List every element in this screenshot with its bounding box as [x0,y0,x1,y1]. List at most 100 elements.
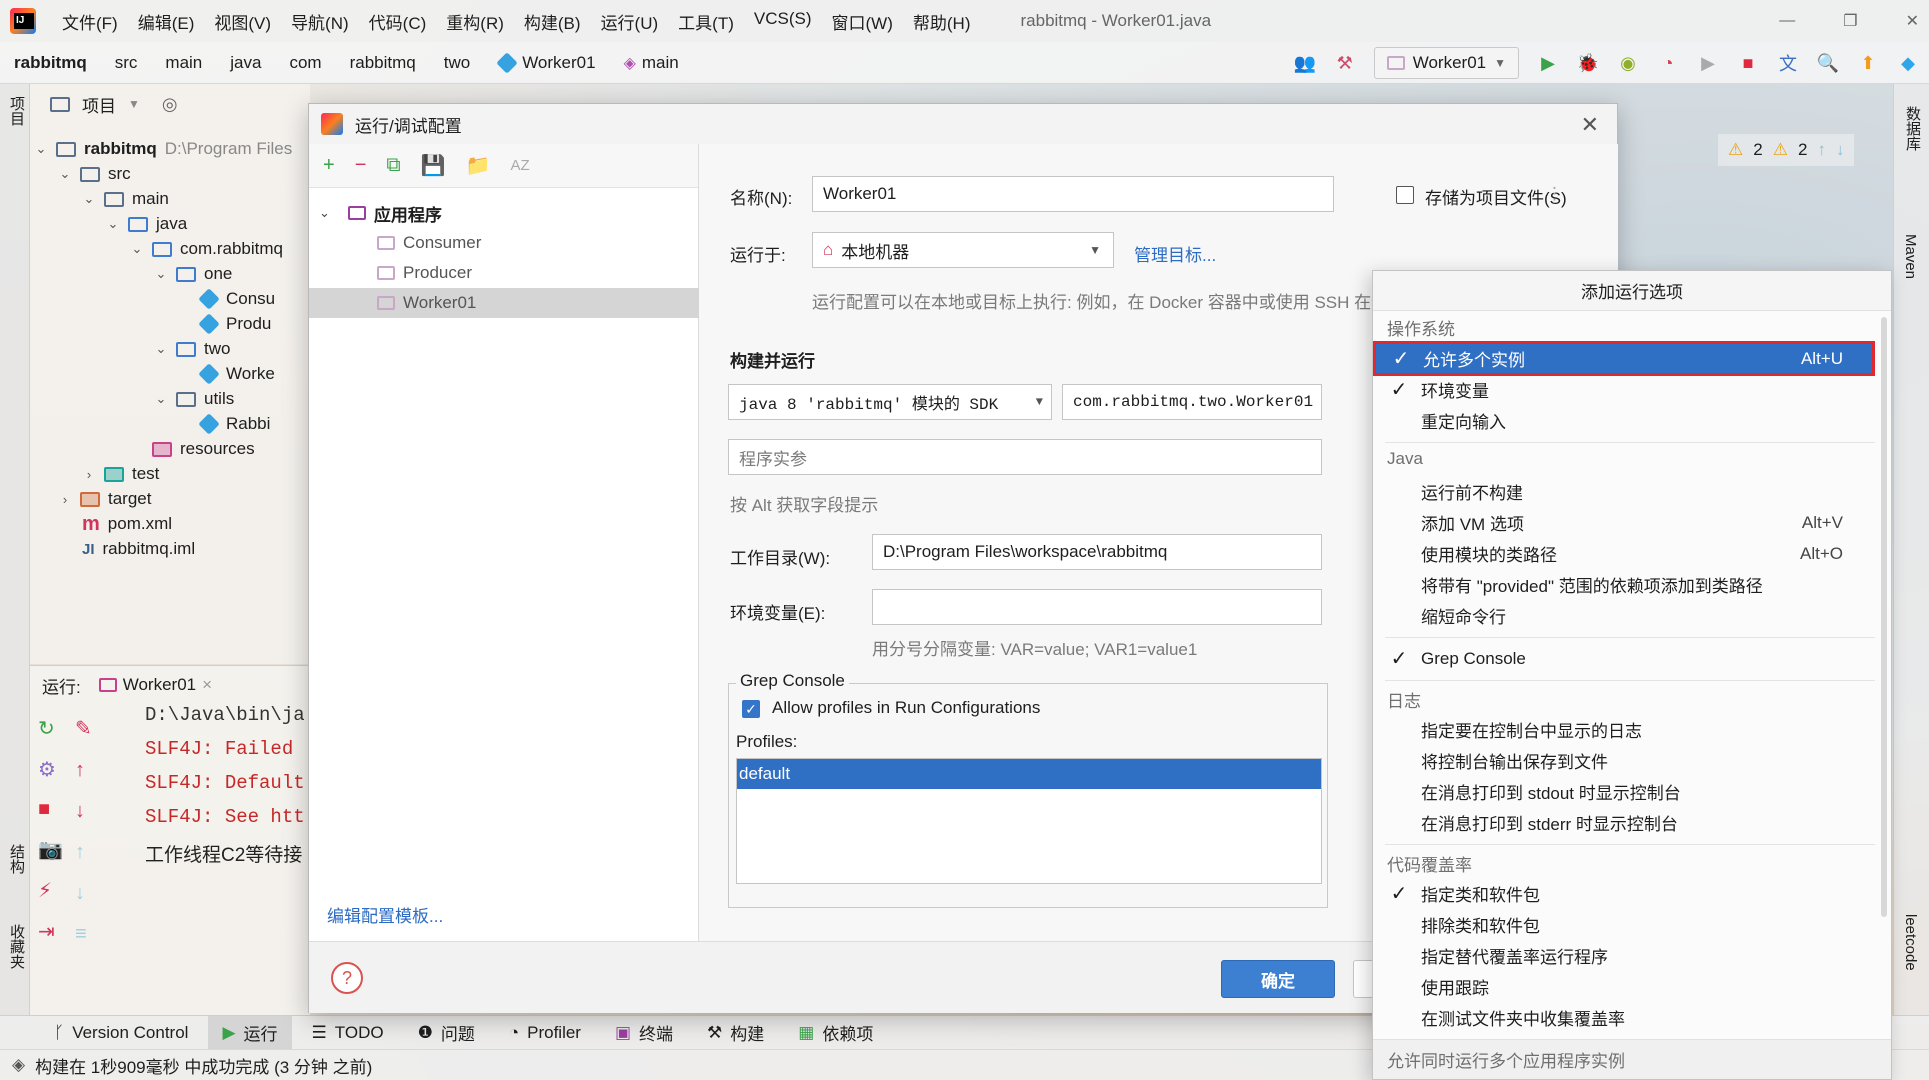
option-specify-logs[interactable]: 指定要在控制台中显示的日志 [1373,714,1873,745]
copy-icon[interactable]: ⧉ [386,154,400,177]
translate-icon[interactable]: 文 [1777,52,1799,74]
breadcrumb-project[interactable]: rabbitmq [0,53,101,73]
remove-icon[interactable]: − [355,154,367,177]
store-as-file-checkbox[interactable] [1396,186,1414,204]
run-on-select[interactable]: ⌂ 本地机器 ▼ [812,232,1114,268]
prev-problem-icon[interactable]: ↑ [1817,140,1826,160]
breadcrumb-class[interactable]: Worker01 [484,51,609,74]
option-use-tracing[interactable]: 使用跟踪 [1373,971,1873,1002]
breadcrumb-method[interactable]: ◈ main [610,53,693,73]
expand-icon[interactable]: ⌄ [154,266,168,282]
run-disabled-icon[interactable]: ▶ [1697,52,1719,74]
popup-scrollbar[interactable] [1881,311,1889,1031]
tool-problems[interactable]: ❶ 问题 [404,1016,489,1050]
build-hammer-icon[interactable]: ⚒ [1334,52,1356,74]
option-grep-console[interactable]: ✓ Grep Console [1373,643,1873,674]
camera-icon[interactable]: 📷 [38,837,63,862]
expand-icon[interactable]: ⌄ [319,205,330,221]
menu-file[interactable]: 文件(F) [52,9,128,34]
manage-targets-link[interactable]: 管理目标... [1134,241,1216,266]
expand-icon[interactable]: ⌄ [154,341,168,357]
expand-icon[interactable]: ⌄ [130,241,144,257]
project-panel-title[interactable]: 项目 [82,92,116,117]
breadcrumb-com[interactable]: com [275,53,335,73]
main-class-field[interactable]: com.rabbitmq.two.Worker01 [1062,384,1322,420]
run-icon[interactable]: ▶ [1537,52,1559,74]
arrow-down-icon[interactable]: ↓ [75,800,92,823]
menu-run[interactable]: 运行(U) [591,9,669,34]
tool-version-control[interactable]: ᚴ Version Control [40,1016,202,1050]
minimize-icon[interactable]: — [1779,12,1795,30]
exit-icon[interactable]: ⇥ [38,919,63,944]
tool-dependencies[interactable]: ▦ 依赖项 [784,1016,887,1050]
env-field[interactable] [872,589,1322,625]
option-module-classpath[interactable]: 使用模块的类路径 Alt+O [1373,538,1873,569]
search-icon[interactable]: 🔍 [1817,52,1839,74]
menu-tools[interactable]: 工具(T) [668,9,744,34]
maven-tool-button[interactable]: Maven [1902,234,1919,279]
breadcrumb-java[interactable]: java [216,53,275,73]
option-show-console-stdout[interactable]: 在消息打印到 stdout 时显示控制台 [1373,776,1873,807]
chevron-down-icon[interactable]: ▼ [128,97,140,111]
option-no-build[interactable]: 运行前不构建 [1373,476,1873,507]
more-options-icon[interactable]: ⋮ [1546,184,1563,204]
expand-icon[interactable]: ⌄ [34,141,48,157]
expand-icon[interactable]: ⌄ [154,391,168,407]
menu-navigate[interactable]: 导航(N) [281,9,359,34]
name-field[interactable]: Worker01 [812,176,1334,212]
close-icon[interactable]: ✕ [1581,112,1599,138]
settings-icon[interactable]: ⚙ [38,757,63,782]
expand-icon[interactable]: ⌄ [82,191,96,207]
tool-build[interactable]: ⚒ 构建 [693,1016,778,1050]
breadcrumb-rabbitmq[interactable]: rabbitmq [336,53,430,73]
menu-edit[interactable]: 编辑(E) [128,9,205,34]
stop-icon[interactable]: ■ [1737,52,1759,74]
option-provided-scope[interactable]: 将带有 "provided" 范围的依赖项添加到类路径 [1373,569,1873,600]
expand-icon[interactable]: ⌄ [58,166,72,182]
leetcode-tool-button[interactable]: leetcode [1902,914,1919,971]
breadcrumb-src[interactable]: src [101,53,152,73]
help-button[interactable]: ? [331,962,363,994]
program-args-field[interactable]: 程序实参 [728,439,1322,475]
debug-icon[interactable]: 🐞 [1577,52,1599,74]
console-line[interactable]: SLF4J: See htt [145,806,305,828]
allow-profiles-checkbox[interactable]: ✓ [742,700,760,718]
tool-run[interactable]: ▶ 运行 [208,1015,292,1050]
plug-icon[interactable]: ⚡ [38,878,63,903]
option-redirect-input[interactable]: 重定向输入 [1373,405,1873,436]
config-item-consumer[interactable]: Consumer [309,228,699,258]
option-show-console-stderr[interactable]: 在消息打印到 stderr 时显示控制台 [1373,807,1873,838]
run-config-selector[interactable]: Worker01 ▼ [1373,47,1519,79]
option-vm-options[interactable]: 添加 VM 选项 Alt+V [1373,507,1873,538]
breadcrumb-two[interactable]: two [430,53,484,73]
expand-icon[interactable]: ⌄ [106,216,120,232]
tool-profiler[interactable]: ◔ Profiler [495,1016,595,1050]
breadcrumb-main[interactable]: main [151,53,216,73]
profiler-icon[interactable]: ◔ [1657,52,1679,74]
collapsed-arrow-icon[interactable]: › [58,492,72,507]
config-item-worker01[interactable]: Worker01 [309,288,699,318]
coverage-icon[interactable]: ◉ [1617,52,1639,74]
config-item-producer[interactable]: Producer [309,258,699,288]
wrap-icon[interactable]: ≡ [75,923,92,946]
sort-icon[interactable]: AZ [510,157,529,174]
folder-icon[interactable]: 📁 [466,153,491,178]
option-exclude-classes[interactable]: 排除类和软件包 [1373,909,1873,940]
option-shorten-cmdline[interactable]: 缩短命令行 [1373,600,1873,631]
menu-view[interactable]: 视图(V) [204,9,281,34]
stop-icon[interactable]: ■ [38,798,63,821]
menu-refactor[interactable]: 重构(R) [436,9,514,34]
option-allow-multiple-instances[interactable]: ✓ 允许多个实例 Alt+U [1373,341,1875,376]
option-save-console-output[interactable]: 将控制台输出保存到文件 [1373,745,1873,776]
collapsed-arrow-icon[interactable]: › [82,467,96,482]
update-icon[interactable]: ⬆ [1857,52,1879,74]
menu-code[interactable]: 代码(C) [359,9,437,34]
project-tool-button[interactable]: 项目 [6,96,27,126]
restore-icon[interactable]: ❐ [1843,11,1857,31]
rerun-icon[interactable]: ↻ [38,716,63,741]
workdir-field[interactable]: D:\Program Files\workspace\rabbitmq [872,534,1322,570]
next-problem-icon[interactable]: ↓ [1836,140,1845,160]
arrow-up-icon[interactable]: ↑ [75,759,92,782]
profile-item[interactable]: default [737,759,1321,789]
scroll-down-icon[interactable]: ↓ [75,882,92,905]
